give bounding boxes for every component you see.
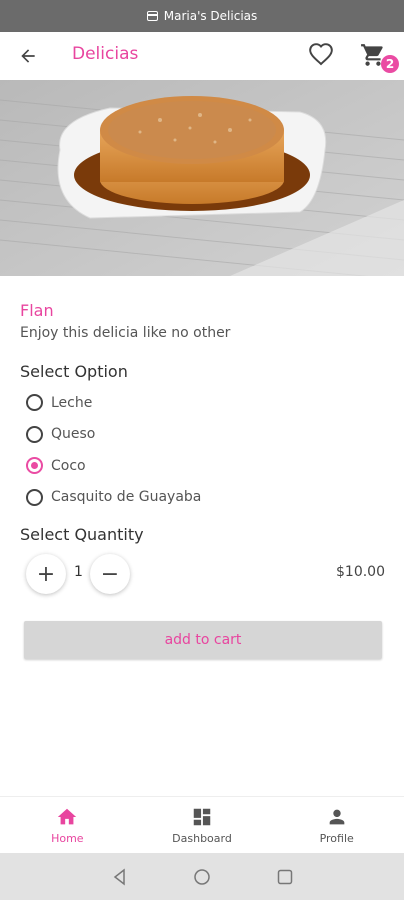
- system-navigation-bar: [0, 853, 404, 900]
- quantity-value: 1: [74, 564, 83, 580]
- radio-button[interactable]: [26, 488, 43, 506]
- product-image: [0, 80, 404, 276]
- minus-icon: −: [100, 561, 120, 587]
- option-label: Coco: [51, 457, 86, 474]
- radio-button-selected[interactable]: [26, 457, 43, 475]
- person-icon: [329, 809, 345, 825]
- heart-outline-icon[interactable]: [308, 42, 336, 70]
- home-icon: [58, 808, 77, 825]
- app-bar: Delicias: [0, 32, 404, 80]
- status-bar-title: Maria's Delicias: [163, 9, 258, 23]
- cart-count-badge: 2: [381, 55, 399, 73]
- radio-button[interactable]: [26, 394, 43, 412]
- option-label: Leche: [51, 394, 93, 411]
- option-leche[interactable]: Leche: [20, 387, 384, 419]
- quantity-stepper: + 1 − $10.00: [20, 554, 385, 594]
- system-back-icon[interactable]: [110, 867, 130, 887]
- option-casquito-de-guayaba[interactable]: Casquito de Guayaba: [20, 482, 384, 514]
- plus-icon: +: [36, 561, 56, 587]
- product-description: Enjoy this delicia like no other: [20, 325, 231, 341]
- product-name: Flan: [20, 301, 54, 320]
- bottom-navigation: Home Dashboard Profile: [0, 796, 404, 854]
- increment-button[interactable]: +: [26, 554, 66, 594]
- option-coco[interactable]: Coco: [20, 450, 384, 482]
- decrement-button[interactable]: −: [90, 554, 130, 594]
- nav-label: Home: [51, 832, 84, 845]
- system-recents-icon[interactable]: [275, 867, 295, 887]
- status-bar: Maria's Delicias: [0, 0, 404, 32]
- radio-button[interactable]: [26, 425, 43, 443]
- nav-item-profile[interactable]: Profile: [269, 797, 404, 854]
- nav-item-dashboard[interactable]: Dashboard: [135, 797, 270, 854]
- add-to-cart-button[interactable]: add to cart: [24, 621, 382, 659]
- arrow-left-icon[interactable]: [14, 42, 42, 70]
- calendar-icon: [146, 11, 158, 21]
- nav-item-home[interactable]: Home: [0, 797, 135, 854]
- price: $10.00: [336, 564, 385, 580]
- page-title: Delicias: [72, 44, 139, 64]
- system-home-icon[interactable]: [192, 867, 212, 887]
- select-option-heading: Select Option: [20, 362, 128, 381]
- option-label: Casquito de Guayaba: [51, 489, 202, 506]
- select-quantity-heading: Select Quantity: [20, 525, 144, 544]
- option-queso[interactable]: Queso: [20, 419, 384, 451]
- option-label: Queso: [51, 426, 96, 443]
- nav-label: Profile: [319, 832, 354, 845]
- dashboard-icon: [193, 808, 211, 826]
- nav-label: Dashboard: [172, 832, 232, 845]
- option-list: Leche Queso Coco Casquito de Guayaba: [20, 387, 384, 513]
- product-details: Flan Enjoy this delicia like no other Se…: [20, 300, 385, 594]
